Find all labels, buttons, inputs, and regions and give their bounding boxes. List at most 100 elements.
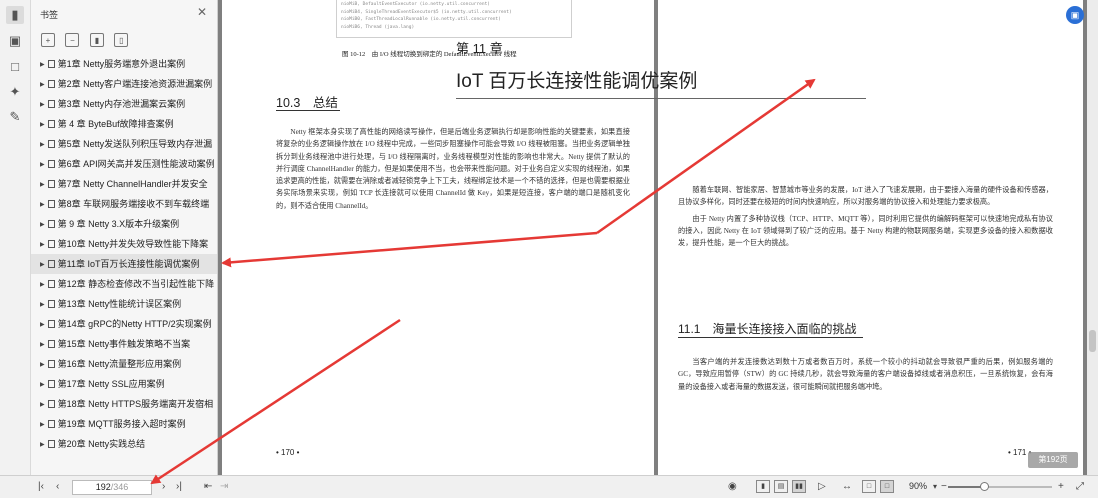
bookmark-item[interactable]: ▶ 第3章 Netty内存池泄漏案云案例 [31, 94, 217, 114]
close-icon[interactable]: ✕ [197, 5, 207, 19]
zoom-level[interactable]: 90% [909, 481, 927, 491]
chevron-down-icon[interactable]: ▾ [933, 481, 937, 493]
fullscreen-icon[interactable]: ⤢ [1076, 481, 1084, 493]
chevron-right-icon[interactable]: ▶ [40, 222, 45, 228]
chevron-right-icon[interactable]: ▶ [40, 102, 45, 108]
thumbnail-icon[interactable]: ▣ [6, 32, 24, 50]
last-page-icon[interactable]: ›| [176, 481, 182, 493]
page-icon [47, 440, 55, 448]
bookmark-item[interactable]: ▶ 第11章 IoT百万长连接性能调优案例 [31, 254, 217, 274]
page-icon [47, 400, 55, 408]
bookmark-item[interactable]: ▶ 第17章 Netty SSL应用案例 [31, 374, 217, 394]
double-page-icon[interactable]: ▮▮ [792, 480, 806, 493]
chevron-right-icon[interactable]: ▶ [40, 62, 45, 68]
bookmark-item[interactable]: ▶ 第18章 Netty HTTPS服务端离开发宿相 [31, 394, 217, 414]
vertical-scrollbar[interactable] [1087, 0, 1098, 475]
bookmark-item[interactable]: ▶ 第2章 Netty客户端连接池资源泄漏案例 [31, 74, 217, 94]
zoom-slider-knob[interactable] [980, 482, 990, 491]
signature-icon[interactable]: ✎ [6, 108, 24, 126]
prev-page-icon[interactable]: ‹ [56, 481, 59, 493]
play-icon[interactable]: ▷ [818, 481, 826, 493]
chevron-right-icon[interactable]: ▶ [40, 182, 45, 188]
add-bookmark-icon[interactable]: ▮ [89, 33, 104, 47]
bookmark-item[interactable]: ▶ 第10章 Netty并发失效导致性能下降案 [31, 234, 217, 254]
bookmark-item[interactable]: ▶ 第14章 gRPC的Netty HTTP/2实现案例 [31, 314, 217, 334]
body-text: 当客户端的并发连接数达到数十万或者数百万时，系统一个较小的抖动就会导致很严重的后… [678, 356, 1053, 393]
fit-width-icon[interactable]: ↔ [842, 481, 852, 493]
page-icon [47, 200, 55, 208]
page-icon [47, 260, 55, 268]
page-icon [47, 420, 55, 428]
sidebar-rail: ▮ ▣ □ ✦ ✎ [0, 0, 31, 475]
next-page-icon[interactable]: › [162, 481, 165, 493]
body-text: Netty 框架本身实现了高性能的网络读写操作，但是后端业务逻辑执行却是影响性能… [276, 126, 630, 212]
bookmark-label: 第8章 车联网服务端接收不到车载终端 [57, 199, 210, 209]
continuous-page-icon[interactable]: ▤ [774, 480, 788, 493]
chevron-right-icon[interactable]: ▶ [40, 302, 45, 308]
chevron-right-icon[interactable]: ▶ [40, 442, 45, 448]
comment-icon[interactable]: □ [6, 58, 24, 76]
bookmark-label: 第19章 MQTT服务接入超时案例 [57, 419, 186, 429]
fit-page-icon[interactable]: □ [862, 480, 876, 493]
bookmark-item[interactable]: ▶ 第19章 MQTT服务接入超时案例 [31, 414, 217, 434]
chevron-right-icon[interactable]: ▶ [40, 282, 45, 288]
section-underline [678, 337, 863, 338]
back-icon[interactable]: ⇤ [204, 481, 212, 493]
chevron-right-icon[interactable]: ▶ [40, 422, 45, 428]
figure-line: nioMiB0, FastThreadLocalRunnable (io.net… [341, 17, 501, 22]
chevron-right-icon[interactable]: ▶ [40, 342, 45, 348]
scrollbar-thumb[interactable] [1089, 330, 1096, 352]
figure-line: nioMiB4, SingleThreadEventExecutor$5 (io… [341, 9, 512, 15]
chevron-right-icon[interactable]: ▶ [40, 322, 45, 328]
attachment-icon[interactable]: ✦ [6, 83, 24, 101]
page-number-input[interactable]: 192/346 [72, 480, 152, 495]
bookmark-item[interactable]: ▶ 第15章 Netty事件触发策略不当案 [31, 334, 217, 354]
page-number: • 170 • [276, 448, 300, 457]
paragraph: 由于 Netty 内置了多种协议栈（TCP、HTTP、MQTT 等），同时利用它… [678, 214, 1053, 248]
bookmark-item[interactable]: ▶ 第16章 Netty流量整形应用案例 [31, 354, 217, 374]
page-icon [47, 280, 55, 288]
chevron-right-icon[interactable]: ▶ [40, 242, 45, 248]
bookmark-label: 第10章 Netty并发失效导致性能下降案 [57, 239, 209, 249]
zoom-in-icon[interactable]: + [1058, 481, 1064, 493]
bookmark-item[interactable]: ▶ 第 9 章 Netty 3.X版本升级案例 [31, 214, 217, 234]
chevron-right-icon[interactable]: ▶ [40, 362, 45, 368]
forward-icon[interactable]: ⇥ [220, 481, 228, 493]
bookmark-label: 第14章 gRPC的Netty HTTP/2实现案例 [57, 319, 212, 329]
bookmark-item[interactable]: ▶ 第1章 Netty服务端意外退出案例 [31, 54, 217, 74]
chevron-right-icon[interactable]: ▶ [40, 202, 45, 208]
bookmark-label: 第 4 章 ByteBuf故障排查案例 [57, 119, 174, 129]
zoom-out-icon[interactable]: − [941, 481, 947, 493]
bookmark-label: 第12章 静态检查修改不当引起性能下降 [57, 279, 215, 289]
translate-icon[interactable]: ▣ [1066, 6, 1084, 24]
bookmark-item[interactable]: ▶ 第12章 静态检查修改不当引起性能下降 [31, 274, 217, 294]
chevron-right-icon[interactable]: ▶ [40, 162, 45, 168]
delete-bookmark-icon[interactable]: ▯ [114, 33, 129, 47]
bookmark-item[interactable]: ▶ 第 4 章 ByteBuf故障排查案例 [31, 114, 217, 134]
page-icon [47, 60, 55, 68]
bookmark-item[interactable]: ▶ 第7章 Netty ChannelHandler并发安全 [31, 174, 217, 194]
bookmark-item[interactable]: ▶ 第13章 Netty性能统计误区案例 [31, 294, 217, 314]
bookmark-item[interactable]: ▶ 第5章 Netty发送队列积压导致内存泄漏 [31, 134, 217, 154]
bookmark-label: 第 9 章 Netty 3.X版本升级案例 [57, 219, 180, 229]
single-page-icon[interactable]: ▮ [756, 480, 770, 493]
chevron-right-icon[interactable]: ▶ [40, 262, 45, 268]
bookmark-item[interactable]: ▶ 第20章 Netty实践总结 [31, 434, 217, 454]
bookmark-item[interactable]: ▶ 第6章 API网关高并发压测性能波动案例 [31, 154, 217, 174]
actual-size-icon[interactable]: □ [880, 480, 894, 493]
bookmark-item[interactable]: ▶ 第8章 车联网服务端接收不到车载终端 [31, 194, 217, 214]
section-title: 10.3 总结 [276, 96, 338, 110]
chevron-right-icon[interactable]: ▶ [40, 382, 45, 388]
bookmark-label: 第7章 Netty ChannelHandler并发安全 [57, 179, 208, 189]
chevron-right-icon[interactable]: ▶ [40, 142, 45, 148]
eye-care-icon[interactable]: ◉ [728, 481, 737, 493]
page-icon [47, 160, 55, 168]
chevron-right-icon[interactable]: ▶ [40, 122, 45, 128]
first-page-icon[interactable]: |‹ [38, 481, 44, 493]
zoom-slider[interactable] [948, 482, 1052, 491]
collapse-all-icon[interactable]: − [65, 33, 80, 47]
chevron-right-icon[interactable]: ▶ [40, 402, 45, 408]
bookmark-icon[interactable]: ▮ [6, 6, 24, 24]
expand-all-icon[interactable]: + [41, 33, 55, 47]
chevron-right-icon[interactable]: ▶ [40, 82, 45, 88]
